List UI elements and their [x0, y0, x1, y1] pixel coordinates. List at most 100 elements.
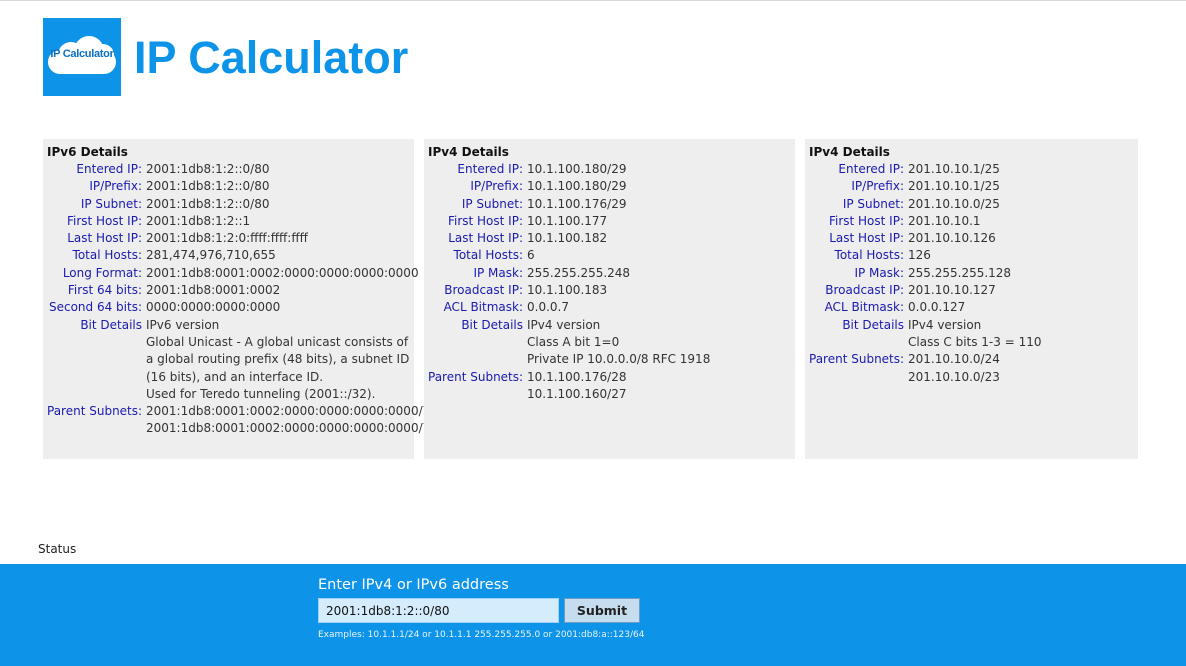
detail-row: Global Unicast - A global unicast consis…	[47, 334, 410, 386]
detail-value: 10.1.100.183	[527, 283, 608, 298]
detail-row: Last Host IP: 2001:1db8:1:2:0:ffff:ffff:f…	[47, 230, 410, 247]
detail-label: Second 64 bits:	[48, 300, 142, 315]
detail-row: IP/Prefix: 10.1.100.180/29	[428, 178, 791, 195]
detail-row: 10.1.100.160/27	[428, 386, 791, 403]
detail-value: 2001:1db8:1:2::1	[146, 213, 251, 228]
detail-value: Used for Teredo tunneling (2001::/32).	[146, 386, 376, 401]
detail-row: Parent Subnets: 10.1.100.176/28	[428, 369, 791, 386]
detail-value: 2001:1db8:0001:0002	[146, 283, 281, 298]
detail-row: First Host IP: 10.1.100.177	[428, 213, 791, 230]
address-input[interactable]	[318, 598, 559, 623]
detail-label	[428, 386, 523, 403]
detail-value: 201.10.10.0/25	[908, 196, 1000, 211]
detail-label: Entered IP:	[457, 162, 523, 176]
panel-title: IPv6 Details	[47, 145, 128, 159]
detail-row: Entered IP: 2001:1db8:1:2::0/80	[47, 161, 410, 178]
detail-label: IP Mask:	[854, 265, 904, 280]
detail-value: IPv4 version	[908, 317, 982, 332]
app-title: IP Calculator	[134, 31, 409, 83]
detail-label: IP Subnet:	[80, 196, 142, 211]
detail-row: Last Host IP: 201.10.10.126	[809, 230, 1134, 247]
detail-label: Bit Details	[80, 317, 142, 332]
detail-label: IP Mask:	[473, 265, 523, 280]
detail-value: Class A bit 1=0	[527, 334, 620, 349]
detail-label: IP/Prefix:	[89, 179, 142, 194]
detail-label: Last Host IP:	[448, 231, 523, 246]
detail-value: 2001:1db8:1:2::0/80	[146, 162, 270, 176]
detail-row: Parent Subnets: 201.10.10.0/24	[809, 351, 1134, 368]
detail-label	[47, 420, 142, 437]
detail-value: 2001:1db8:1:2:0:ffff:ffff:ffff	[146, 231, 308, 246]
detail-label: Bit Details	[842, 317, 904, 332]
detail-label	[428, 334, 523, 351]
app-logo: IP Calculator	[43, 18, 121, 96]
detail-label: Total Hosts:	[72, 248, 142, 263]
detail-row: IP Mask: 255.255.255.128	[809, 265, 1134, 282]
detail-value: 201.10.10.1/25	[908, 162, 1000, 176]
status-text: Status	[38, 542, 77, 556]
detail-value: 10.1.100.180/29	[527, 179, 627, 194]
detail-value: 201.10.10.1/25	[908, 179, 1000, 194]
detail-value: 10.1.100.176/28	[527, 369, 627, 384]
detail-label: Last Host IP:	[67, 231, 142, 246]
detail-value: 281,474,976,710,655	[146, 248, 276, 263]
detail-value: 2001:1db8:1:2::0/80	[146, 179, 270, 194]
detail-label: IP/Prefix:	[470, 179, 523, 194]
detail-value: 2001:1db8:0001:0002:0000:0000:0000:0000	[146, 265, 419, 280]
detail-value: 10.1.100.176/29	[527, 196, 627, 211]
detail-value: 0000:0000:0000:0000	[146, 300, 281, 315]
detail-value: 2001:1db8:0001:0002:0000:0000:0000:0000/…	[146, 404, 438, 419]
detail-label: Parent Subnets:	[428, 369, 524, 384]
input-bar: Enter IPv4 or IPv6 address Submit Exampl…	[0, 564, 1186, 666]
detail-label: First 64 bits:	[67, 283, 142, 298]
detail-label: Parent Subnets:	[809, 352, 905, 367]
detail-label: Broadcast IP:	[825, 283, 904, 298]
detail-row: 2001:1db8:0001:0002:0000:0000:0000:0000/…	[47, 420, 438, 437]
detail-row: Total Hosts: 6	[428, 247, 791, 264]
detail-label: Entered IP:	[76, 162, 142, 176]
panel-title: IPv4 Details	[809, 145, 890, 159]
detail-value: IPv6 version	[146, 317, 220, 332]
detail-label: Last Host IP:	[829, 231, 904, 246]
detail-row: Bit Details IPv6 version	[47, 317, 410, 334]
detail-row: Bit Details IPv4 version	[809, 317, 1134, 334]
submit-button[interactable]: Submit	[564, 598, 640, 623]
detail-label	[809, 369, 904, 386]
detail-row: Last Host IP: 10.1.100.182	[428, 230, 791, 247]
detail-value: 255.255.255.248	[527, 265, 631, 280]
detail-row: Entered IP: 201.10.10.1/25	[809, 161, 1134, 178]
examples-hint: Examples: 10.1.1.1/24 or 10.1.1.1 255.25…	[318, 630, 645, 640]
app-header: IP Calculator IP Calculator	[43, 18, 408, 96]
detail-value: IPv4 version	[527, 317, 601, 332]
panel-title: IPv4 Details	[428, 145, 509, 159]
detail-row: IP Subnet: 10.1.100.176/29	[428, 196, 791, 213]
detail-label: IP/Prefix:	[851, 179, 904, 194]
detail-label: Broadcast IP:	[444, 283, 523, 298]
detail-row: Entered IP: 10.1.100.180/29	[428, 161, 791, 178]
detail-row: Total Hosts: 126	[809, 247, 1134, 264]
detail-label: Total Hosts:	[453, 248, 523, 263]
detail-value: Global Unicast - A global unicast consis…	[146, 334, 410, 384]
detail-label: Bit Details	[461, 317, 523, 332]
detail-row: IP Mask: 255.255.255.248	[428, 265, 791, 282]
detail-value: 2001:1db8:1:2::0/80	[146, 196, 270, 211]
detail-row: 201.10.10.0/23	[809, 369, 1134, 386]
detail-label: IP Subnet:	[461, 196, 523, 211]
logo-text: IP Calculator	[50, 48, 114, 60]
ipv4-details-panel-2: IPv4 Details Entered IP: 201.10.10.1/25 IP…	[805, 139, 1138, 459]
detail-row: Used for Teredo tunneling (2001::/32).	[47, 386, 410, 403]
detail-row: ACL Bitmask: 0.0.0.127	[809, 299, 1134, 316]
detail-row: Bit Details IPv4 version	[428, 317, 791, 334]
detail-value: 0.0.0.7	[527, 300, 569, 315]
detail-label	[428, 351, 523, 368]
detail-row: First Host IP: 201.10.10.1	[809, 213, 1134, 230]
detail-label: Parent Subnets:	[47, 404, 143, 419]
detail-value: 10.1.100.160/27	[527, 386, 627, 401]
detail-value: 10.1.100.180/29	[527, 162, 627, 176]
window-top-border	[0, 0, 1186, 1]
detail-label: Entered IP:	[838, 162, 904, 176]
detail-label	[47, 386, 142, 403]
detail-value: 126	[908, 248, 931, 263]
detail-row: ACL Bitmask: 0.0.0.7	[428, 299, 791, 316]
detail-row: Total Hosts: 281,474,976,710,655	[47, 247, 410, 264]
